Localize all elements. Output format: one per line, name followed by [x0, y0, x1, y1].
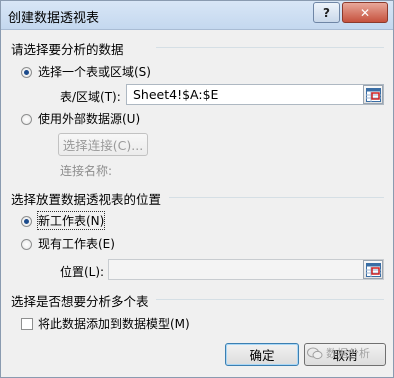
table-range-input[interactable]: Sheet4!$A:$E: [126, 84, 384, 105]
choose-connection-label: 选择连接(C)...: [62, 138, 144, 153]
add-to-data-model-checkbox[interactable]: [21, 318, 33, 330]
radio-external-source[interactable]: [21, 114, 32, 125]
table-range-value: Sheet4!$A:$E: [133, 87, 219, 102]
select-table-range-label[interactable]: 选择一个表或区域(S): [38, 63, 151, 80]
new-worksheet-label[interactable]: 新工作表(N): [36, 211, 106, 230]
multiple-tables-section-heading: 选择是否想要分析多个表: [11, 294, 149, 309]
help-icon: ?: [323, 5, 330, 20]
close-icon: ✕: [359, 5, 371, 20]
data-section-heading: 请选择要分析的数据: [11, 42, 124, 57]
create-pivottable-dialog: 创建数据透视表 ? ✕ 请选择要分析的数据 选择一个表或区域(S) 表/区域(T…: [0, 0, 394, 378]
radio-new-worksheet[interactable]: [21, 216, 32, 227]
dialog-title: 创建数据透视表: [8, 11, 100, 26]
add-to-data-model-label[interactable]: 将此数据添加到数据模型(M): [38, 315, 190, 332]
location-collapse-button[interactable]: [363, 260, 383, 279]
close-button[interactable]: ✕: [342, 2, 388, 23]
table-range-collapse-button[interactable]: [363, 85, 383, 104]
table-range-label: 表/区域(T):: [60, 90, 121, 104]
multiple-tables-section-divider: [156, 299, 384, 300]
location-section-divider: [169, 197, 384, 198]
ok-button[interactable]: 确定: [225, 343, 299, 366]
range-select-icon: [366, 263, 381, 277]
location-input[interactable]: [108, 259, 384, 280]
radio-select-table-range[interactable]: [21, 67, 32, 78]
external-source-label[interactable]: 使用外部数据源(U): [38, 110, 140, 127]
watermark: 数据分析: [307, 345, 370, 361]
data-section-divider: [156, 47, 384, 48]
choose-connection-button[interactable]: 选择连接(C)...: [58, 133, 148, 156]
location-label: 位置(L):: [60, 265, 105, 279]
watermark-text: 数据分析: [326, 347, 370, 360]
connection-name-label: 连接名称:: [60, 164, 113, 178]
range-select-icon: [366, 88, 381, 102]
location-section-heading: 选择放置数据透视表的位置: [11, 192, 162, 207]
title-bar[interactable]: 创建数据透视表 ? ✕: [1, 1, 393, 30]
existing-worksheet-label[interactable]: 现有工作表(E): [38, 235, 115, 252]
ok-label: 确定: [249, 348, 275, 363]
help-button[interactable]: ?: [313, 2, 340, 23]
wechat-icon: [307, 347, 323, 359]
radio-existing-worksheet[interactable]: [21, 239, 32, 250]
